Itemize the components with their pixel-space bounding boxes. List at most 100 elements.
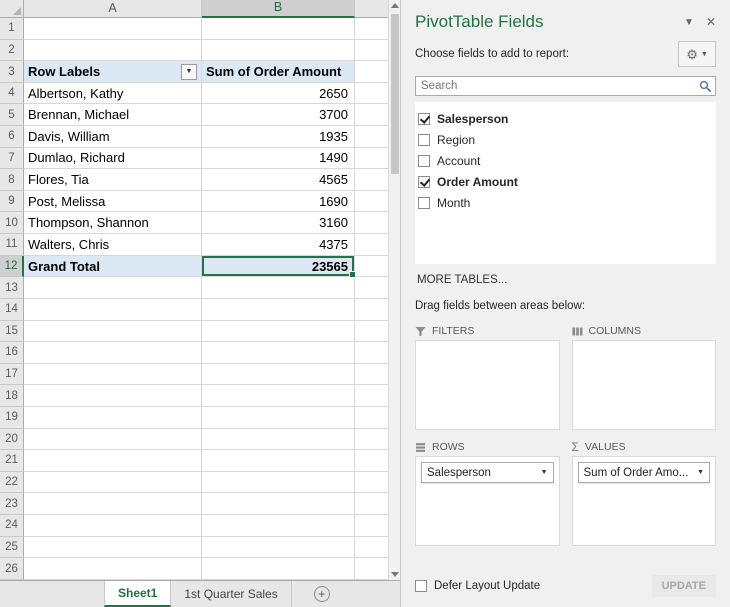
cell-C16[interactable] xyxy=(355,342,388,364)
rows-drop-zone[interactable]: Salesperson▼ xyxy=(415,456,560,546)
cell-B16[interactable] xyxy=(202,342,355,364)
field-item-account[interactable]: Account xyxy=(418,150,714,171)
field-checkbox[interactable] xyxy=(418,197,430,209)
cell-C26[interactable] xyxy=(355,558,388,580)
row-header-2[interactable]: 2 xyxy=(0,40,24,62)
search-icon[interactable] xyxy=(699,80,712,93)
cell-C13[interactable] xyxy=(355,277,388,299)
row-header-12[interactable]: 12 xyxy=(0,256,24,278)
scrollbar-thumb[interactable] xyxy=(391,14,399,174)
cell-B23[interactable] xyxy=(202,493,355,515)
row-header-26[interactable]: 26 xyxy=(0,558,24,580)
cell-C10[interactable] xyxy=(355,212,388,234)
cell-B26[interactable] xyxy=(202,558,355,580)
row-header-5[interactable]: 5 xyxy=(0,104,24,126)
tab-1st-quarter-sales[interactable]: 1st Quarter Sales xyxy=(171,581,291,607)
row-header-3[interactable]: 3 xyxy=(0,61,24,83)
cell-C22[interactable] xyxy=(355,472,388,494)
cell-C19[interactable] xyxy=(355,407,388,429)
cell-A6[interactable]: Davis, William xyxy=(24,126,202,148)
filters-drop-zone[interactable] xyxy=(415,340,560,430)
column-header-c[interactable] xyxy=(355,0,388,18)
row-header-13[interactable]: 13 xyxy=(0,277,24,299)
cell-B2[interactable] xyxy=(202,40,355,62)
cell-B14[interactable] xyxy=(202,299,355,321)
cell-B19[interactable] xyxy=(202,407,355,429)
row-header-19[interactable]: 19 xyxy=(0,407,24,429)
cell-C24[interactable] xyxy=(355,515,388,537)
pane-close-icon[interactable]: ✕ xyxy=(706,15,716,29)
cell-C15[interactable] xyxy=(355,321,388,343)
cell-B1[interactable] xyxy=(202,18,355,40)
cell-A19[interactable] xyxy=(24,407,202,429)
tab-sheet1[interactable]: Sheet1 xyxy=(104,581,171,607)
cell-B4[interactable]: 2650 xyxy=(202,83,355,105)
cell-B18[interactable] xyxy=(202,385,355,407)
cell-A5[interactable]: Brennan, Michael xyxy=(24,104,202,126)
cell-A24[interactable] xyxy=(24,515,202,537)
cell-A22[interactable] xyxy=(24,472,202,494)
pane-options-chevron-icon[interactable]: ▼ xyxy=(684,17,694,28)
cell-A21[interactable] xyxy=(24,450,202,472)
cell-B5[interactable]: 3700 xyxy=(202,104,355,126)
vertical-scrollbar[interactable] xyxy=(388,0,400,580)
row-header-24[interactable]: 24 xyxy=(0,515,24,537)
update-button[interactable]: UPDATE xyxy=(652,575,716,597)
select-all-corner[interactable] xyxy=(0,0,24,18)
row-header-23[interactable]: 23 xyxy=(0,493,24,515)
cell-C18[interactable] xyxy=(355,385,388,407)
field-checkbox[interactable] xyxy=(418,176,430,188)
cell-C9[interactable] xyxy=(355,191,388,213)
field-checkbox[interactable] xyxy=(418,113,430,125)
scroll-down-arrow-icon[interactable] xyxy=(391,572,399,577)
cell-A15[interactable] xyxy=(24,321,202,343)
cell-B24[interactable] xyxy=(202,515,355,537)
cell-C23[interactable] xyxy=(355,493,388,515)
cell-A10[interactable]: Thompson, Shannon xyxy=(24,212,202,234)
cell-C4[interactable] xyxy=(355,83,388,105)
cell-B25[interactable] xyxy=(202,537,355,559)
cell-A11[interactable]: Walters, Chris xyxy=(24,234,202,256)
row-header-11[interactable]: 11 xyxy=(0,234,24,256)
cell-C11[interactable] xyxy=(355,234,388,256)
tools-button[interactable]: ⚙ ▼ xyxy=(678,41,716,67)
cell-B20[interactable] xyxy=(202,429,355,451)
field-item-region[interactable]: Region xyxy=(418,129,714,150)
scroll-up-arrow-icon[interactable] xyxy=(391,3,399,8)
row-labels-filter-button[interactable]: ▼ xyxy=(181,64,197,80)
row-header-4[interactable]: 4 xyxy=(0,83,24,105)
cell-B10[interactable]: 3160 xyxy=(202,212,355,234)
row-header-21[interactable]: 21 xyxy=(0,450,24,472)
row-header-1[interactable]: 1 xyxy=(0,18,24,40)
cell-C21[interactable] xyxy=(355,450,388,472)
values-drop-zone[interactable]: Sum of Order Amo...▼ xyxy=(572,456,717,546)
cell-C17[interactable] xyxy=(355,364,388,386)
cell-B17[interactable] xyxy=(202,364,355,386)
cell-B13[interactable] xyxy=(202,277,355,299)
cell-A17[interactable] xyxy=(24,364,202,386)
cell-A18[interactable] xyxy=(24,385,202,407)
cell-C6[interactable] xyxy=(355,126,388,148)
row-header-15[interactable]: 15 xyxy=(0,321,24,343)
row-header-10[interactable]: 10 xyxy=(0,212,24,234)
cell-C5[interactable] xyxy=(355,104,388,126)
cell-C3[interactable] xyxy=(355,61,388,83)
cell-C20[interactable] xyxy=(355,429,388,451)
cell-A14[interactable] xyxy=(24,299,202,321)
row-header-8[interactable]: 8 xyxy=(0,169,24,191)
cell-B7[interactable]: 1490 xyxy=(202,148,355,170)
row-header-7[interactable]: 7 xyxy=(0,148,24,170)
search-box[interactable] xyxy=(415,76,716,96)
row-header-20[interactable]: 20 xyxy=(0,429,24,451)
cell-A16[interactable] xyxy=(24,342,202,364)
cell-B9[interactable]: 1690 xyxy=(202,191,355,213)
new-sheet-button[interactable]: + xyxy=(314,586,330,602)
cell-B8[interactable]: 4565 xyxy=(202,169,355,191)
row-header-9[interactable]: 9 xyxy=(0,191,24,213)
cell-A25[interactable] xyxy=(24,537,202,559)
cell-A8[interactable]: Flores, Tia xyxy=(24,169,202,191)
column-header-b[interactable]: B xyxy=(202,0,355,18)
row-header-25[interactable]: 25 xyxy=(0,537,24,559)
column-header-a[interactable]: A xyxy=(24,0,202,18)
columns-drop-zone[interactable] xyxy=(572,340,717,430)
